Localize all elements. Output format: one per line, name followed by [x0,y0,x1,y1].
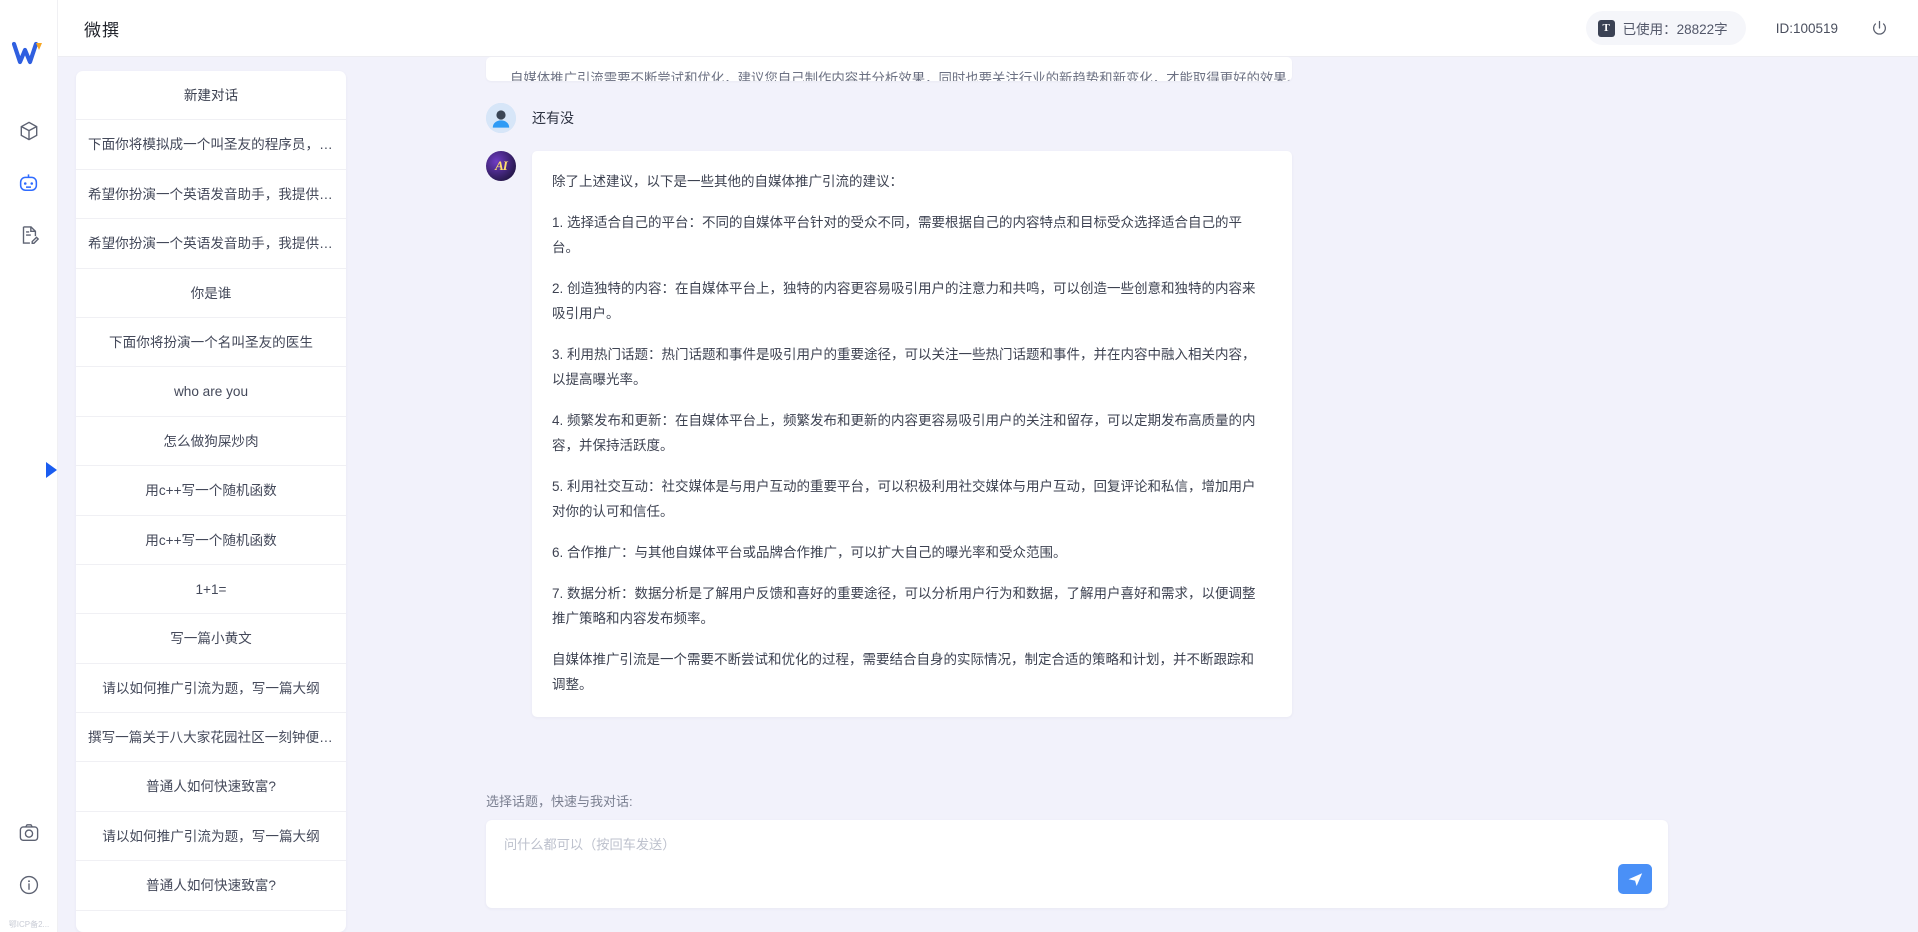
ai-paragraph: 2. 创造独特的内容：在自媒体平台上，独特的内容更容易吸引用户的注意力和共鸣，可… [552,276,1266,326]
list-item[interactable]: 请以如何推广引流为题，写一篇大纲 [76,812,346,861]
left-icon-rail: 鄂ICP备2... [0,0,58,932]
ai-paragraph: 3. 利用热门话题：热门话题和事件是吸引用户的重要途径，可以关注一些热门话题和事… [552,342,1266,392]
ai-paragraph: 7. 数据分析：数据分析是了解用户反馈和喜好的重要途径，可以分析用户行为和数据，… [552,581,1266,631]
header-actions: T 已使用：28822字 ID:100519 [1586,11,1890,45]
new-conversation-button[interactable]: 新建对话 [76,71,346,120]
composer: 选择话题，快速与我对话: [360,791,1918,932]
expand-play-icon[interactable] [40,455,62,485]
list-item[interactable]: who are you [76,367,346,416]
list-item[interactable]: 写一篇小黄文 [76,614,346,663]
body-area: 新建对话 下面你将模拟成一个叫圣友的程序员，我说... 希望你扮演一个英语发音助… [58,57,1918,932]
ai-avatar-label: AI [495,158,507,174]
w-logo [9,38,49,70]
info-icon[interactable] [16,872,42,898]
user-message-row: 还有没 [486,103,1292,133]
list-item[interactable]: 用c++写一个随机函数 [76,466,346,515]
ai-paragraph: 5. 利用社交互动：社交媒体是与用户互动的重要平台，可以积极利用社交媒体与用户互… [552,474,1266,524]
previous-message-clipped: 自媒体推广引流需要不断尝试和优化，建议您自己制作内容并分析效果，同时也要关注行业… [486,57,1292,81]
usage-label: 已使用：28822字 [1623,18,1728,38]
usage-badge[interactable]: T 已使用：28822字 [1586,11,1746,45]
composer-box [486,820,1668,908]
conversation-list: 新建对话 下面你将模拟成一个叫圣友的程序员，我说... 希望你扮演一个英语发音助… [76,71,346,911]
user-avatar [486,103,516,133]
rail-icon-group [16,118,42,248]
list-item[interactable]: 请以如何推广引流为题，写一篇大纲 [76,664,346,713]
send-button[interactable] [1618,864,1652,894]
list-item[interactable]: 你是谁 [76,269,346,318]
messages-wrapper: 自媒体推广引流需要不断尝试和优化，建议您自己制作内容并分析效果，同时也要关注行业… [486,57,1292,735]
ai-paragraph: 除了上述建议，以下是一些其他的自媒体推广引流的建议： [552,169,1266,194]
message-input[interactable] [486,820,1668,908]
cube-icon[interactable] [16,118,42,144]
list-item[interactable]: 普通人如何快速致富? [76,762,346,811]
conversation-sidebar: 新建对话 下面你将模拟成一个叫圣友的程序员，我说... 希望你扮演一个英语发音助… [58,57,360,932]
robot-icon[interactable] [16,170,42,196]
list-item[interactable]: 下面你将模拟成一个叫圣友的程序员，我说... [76,120,346,169]
chat-scroll-area[interactable]: 自媒体推广引流需要不断尝试和优化，建议您自己制作内容并分析效果，同时也要关注行业… [360,57,1918,791]
list-item[interactable]: 希望你扮演一个英语发音助手，我提供给你... [76,219,346,268]
rail-bottom-group [16,820,42,898]
list-item[interactable]: 希望你扮演一个英语发音助手，我提供给你... [76,170,346,219]
ai-paragraph: 1. 选择适合自己的平台：不同的自媒体平台针对的受众不同，需要根据自己的内容特点… [552,210,1266,260]
right-pane: 微撰 T 已使用：28822字 ID:100519 [58,0,1918,932]
list-item[interactable]: 撰写一篇关于八大家花园社区一刻钟便民生... [76,713,346,762]
app-header: 微撰 T 已使用：28822字 ID:100519 [58,0,1918,57]
ai-paragraph: 4. 频繁发布和更新：在自媒体平台上，频繁发布和更新的内容更容易吸引用户的关注和… [552,408,1266,458]
list-item[interactable]: 普通人如何快速致富? [76,861,346,910]
ai-message-bubble: 除了上述建议，以下是一些其他的自媒体推广引流的建议： 1. 选择适合自己的平台：… [532,151,1292,717]
list-item[interactable]: 下面你将扮演一个名叫圣友的医生 [76,318,346,367]
list-item[interactable]: 1+1= [76,565,346,614]
user-id-label: ID:100519 [1776,21,1838,36]
token-icon: T [1598,20,1615,37]
camera-icon[interactable] [16,820,42,846]
power-icon[interactable] [1868,17,1890,39]
page-title: 微撰 [84,16,120,41]
user-message-text: 还有没 [532,103,574,128]
list-item[interactable]: 怎么做狗屎炒肉 [76,417,346,466]
document-edit-icon[interactable] [16,222,42,248]
icp-watermark: 鄂ICP备2... [0,919,58,930]
conversation-card: 新建对话 下面你将模拟成一个叫圣友的程序员，我说... 希望你扮演一个英语发音助… [76,71,346,932]
list-item[interactable]: 用c++写一个随机函数 [76,516,346,565]
ai-message-row: AI 除了上述建议，以下是一些其他的自媒体推广引流的建议： 1. 选择适合自己的… [486,151,1292,717]
ai-avatar: AI [486,151,516,181]
ai-paragraph: 6. 合作推广：与其他自媒体平台或品牌合作推广，可以扩大自己的曝光率和受众范围。 [552,540,1266,565]
app-root: 鄂ICP备2... 微撰 T 已使用：28822字 ID:100519 [0,0,1918,932]
ai-paragraph: 自媒体推广引流是一个需要不断尝试和优化的过程，需要结合自身的实际情况，制定合适的… [552,647,1266,697]
composer-label: 选择话题，快速与我对话: [486,791,1668,810]
chat-column: 自媒体推广引流需要不断尝试和优化，建议您自己制作内容并分析效果，同时也要关注行业… [360,57,1918,932]
